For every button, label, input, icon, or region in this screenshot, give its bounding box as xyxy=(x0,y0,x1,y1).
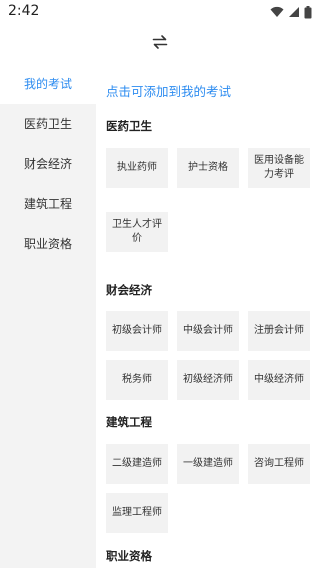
exam-tile[interactable]: 一级建造师 xyxy=(177,444,239,484)
exam-list-panel: 点击可添加到我的考试 医药卫生 执业药师 护士资格 医用设备能力考评 卫生人才评… xyxy=(96,64,320,568)
battery-icon xyxy=(304,5,312,18)
exam-tile[interactable]: 二级建造师 xyxy=(106,444,168,484)
exam-tile[interactable]: 中级会计师 xyxy=(177,311,239,351)
sidebar-item-my-exams[interactable]: 我的考试 xyxy=(0,64,96,104)
section-title: 职业资格 xyxy=(106,549,152,563)
exam-tile[interactable]: 初级会计师 xyxy=(106,311,168,351)
status-bar: 2:42 xyxy=(0,0,320,24)
toolbar xyxy=(0,24,320,64)
add-hint-text: 点击可添加到我的考试 xyxy=(106,84,232,99)
status-icons xyxy=(270,5,312,19)
section-title: 财会经济 xyxy=(106,283,152,297)
exam-tile[interactable]: 税务师 xyxy=(106,360,168,400)
exam-tile[interactable]: 中级经济师 xyxy=(248,360,310,400)
wifi-icon xyxy=(270,6,284,17)
exam-tile[interactable]: 护士资格 xyxy=(177,148,239,188)
status-time: 2:42 xyxy=(8,3,40,19)
exam-tile[interactable]: 监理工程师 xyxy=(106,493,168,533)
exam-tile[interactable]: 执业药师 xyxy=(106,148,168,188)
sidebar-item-medicine[interactable]: 医药卫生 xyxy=(0,104,96,144)
exam-tile[interactable]: 咨询工程师 xyxy=(248,444,310,484)
section-title: 建筑工程 xyxy=(106,415,152,429)
exam-tile[interactable]: 注册会计师 xyxy=(248,311,310,351)
signal-icon xyxy=(289,7,299,17)
sidebar-item-construction[interactable]: 建筑工程 xyxy=(0,184,96,224)
section-title: 医药卫生 xyxy=(106,119,152,133)
swap-arrows-icon[interactable] xyxy=(152,33,168,51)
exam-tile[interactable]: 初级经济师 xyxy=(177,360,239,400)
exam-tile[interactable]: 医用设备能力考评 xyxy=(248,148,310,188)
sidebar-item-vocational[interactable]: 职业资格 xyxy=(0,224,96,264)
category-sidebar: 我的考试 医药卫生 财会经济 建筑工程 职业资格 xyxy=(0,64,96,568)
exam-tile[interactable]: 卫生人才评价 xyxy=(106,212,168,252)
sidebar-item-finance[interactable]: 财会经济 xyxy=(0,144,96,184)
